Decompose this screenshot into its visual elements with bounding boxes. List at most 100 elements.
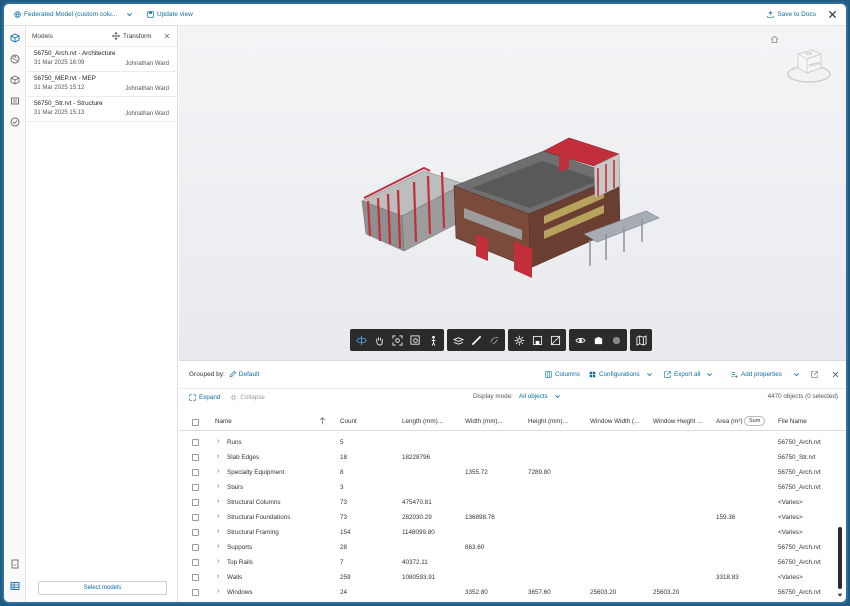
select-models-button[interactable]: Select models (38, 581, 167, 595)
table-row[interactable]: › Structural Foundations 73 282030.29 13… (179, 510, 834, 525)
table-row[interactable]: › Supports 28 863.60 56750_Arch.rvt (179, 540, 834, 555)
save-to-docs-button[interactable]: Save to Docs (767, 11, 816, 18)
globe-icon[interactable] (10, 54, 20, 64)
col-count[interactable]: Count (340, 418, 357, 425)
row-checkbox[interactable] (192, 529, 199, 536)
objects-icon[interactable] (10, 75, 20, 85)
chevron-right-icon[interactable]: › (217, 558, 219, 565)
chevron-right-icon[interactable]: › (217, 543, 219, 550)
viewcube[interactable]: TOP FRONT (786, 44, 832, 86)
sort-arrow-up-icon[interactable] (319, 417, 326, 425)
close-icon[interactable] (832, 371, 839, 378)
col-window-width[interactable]: Window Width (... (590, 418, 639, 425)
transform-button[interactable]: Transform (112, 32, 151, 40)
gear-icon[interactable] (511, 332, 527, 348)
model-selector[interactable]: Federated Model (custom colu... (14, 11, 133, 18)
table-row[interactable]: › Structural Columns 73 475470.81 <Varie… (179, 495, 834, 510)
col-name[interactable]: Name (215, 418, 232, 425)
chevron-right-icon[interactable]: › (217, 573, 219, 580)
col-file-name[interactable]: File Name (778, 418, 807, 425)
table-row[interactable]: › Stairs 3 56750_Arch.rvt (179, 480, 834, 495)
save-icon[interactable] (529, 332, 545, 348)
row-checkbox[interactable] (192, 589, 199, 596)
model-item[interactable]: 56750_MEP.rvt - MEP 31 Mar 2025 15:12 Jo… (26, 72, 177, 97)
update-view-button[interactable]: Update view (147, 11, 193, 18)
add-properties-button[interactable]: Add properties (731, 371, 782, 378)
row-checkbox[interactable] (192, 544, 199, 551)
table-row[interactable]: › Slab Edges 18 18228796 56750_Str.rvt (179, 450, 834, 465)
select-all-checkbox[interactable] (192, 419, 199, 426)
col-area[interactable]: Area (m²) (716, 418, 743, 425)
table-row[interactable]: › Windows 24 3352.80 3657.60 25603.20 25… (179, 585, 834, 600)
row-checkbox[interactable] (192, 514, 199, 521)
models-icon[interactable] (10, 33, 20, 43)
chevron-right-icon[interactable]: › (217, 588, 219, 595)
table-row[interactable]: › Top Rails 7 40372.11 56750_Arch.rvt (179, 555, 834, 570)
check-circle-icon[interactable] (10, 117, 20, 127)
row-checkbox[interactable] (192, 484, 199, 491)
document-icon[interactable] (10, 559, 20, 569)
row-checkbox[interactable] (192, 559, 199, 566)
sheets-icon[interactable] (10, 96, 20, 106)
row-checkbox[interactable] (192, 574, 199, 581)
fit-view-icon[interactable] (389, 332, 405, 348)
eye-icon[interactable] (572, 332, 588, 348)
cell-file-name: 56750_Arch.rvt (778, 484, 821, 491)
cell-window-width: 25603.20 (590, 589, 617, 596)
section-box-icon[interactable] (450, 332, 466, 348)
orbit-icon[interactable] (353, 332, 369, 348)
chevron-right-icon[interactable]: › (217, 513, 219, 520)
row-checkbox[interactable] (192, 469, 199, 476)
chevron-right-icon[interactable]: › (217, 498, 219, 505)
isolate-icon[interactable] (590, 332, 606, 348)
table-row[interactable]: › Runs 5 56750_Arch.rvt (179, 435, 834, 450)
model-item[interactable]: 56750_Arch.rvt - Architecture 31 Mar 202… (26, 47, 177, 72)
building-model[interactable] (354, 116, 674, 286)
cell-width: 136898.76 (465, 514, 495, 521)
chevron-right-icon[interactable]: › (217, 453, 219, 460)
expand-button[interactable]: Expand (189, 394, 220, 401)
map-icon[interactable] (633, 332, 649, 348)
zoom-window-icon[interactable] (407, 332, 423, 348)
configurations-button[interactable]: Configurations (589, 371, 653, 378)
chevron-right-icon[interactable]: › (217, 528, 219, 535)
col-height[interactable]: Height (mm)... (528, 418, 568, 425)
chevron-right-icon[interactable]: › (217, 468, 219, 475)
col-width[interactable]: Width (mm)... (465, 418, 503, 425)
scrollbar-thumb[interactable] (838, 527, 842, 589)
sheet-icon[interactable] (547, 332, 563, 348)
popout-icon[interactable] (811, 371, 818, 378)
sum-badge[interactable]: Sum (744, 416, 766, 426)
update-view-label: Update view (157, 11, 193, 18)
close-icon[interactable] (828, 10, 837, 19)
pan-hand-icon[interactable] (371, 332, 387, 348)
table-row[interactable]: › Structural Framing 154 1148099.80 <Var… (179, 525, 834, 540)
first-person-icon[interactable] (425, 332, 441, 348)
col-length[interactable]: Length (mm)... (402, 418, 443, 425)
columns-button[interactable]: Columns (545, 371, 580, 378)
row-checkbox[interactable] (192, 454, 199, 461)
scroll-down-icon[interactable] (837, 592, 843, 598)
display-mode-select[interactable]: All objects (519, 393, 561, 400)
table-scrollbar[interactable] (837, 435, 843, 598)
chevron-right-icon[interactable]: › (217, 483, 219, 490)
table-row[interactable]: › Specialty Equipment 8 1355.72 7289.80 … (179, 465, 834, 480)
measure-icon[interactable] (468, 332, 484, 348)
row-checkbox[interactable] (192, 499, 199, 506)
close-icon[interactable] (164, 33, 170, 39)
ghost-icon[interactable] (608, 332, 624, 348)
home-icon[interactable] (770, 35, 779, 44)
cell-length: 40372.11 (402, 559, 428, 566)
collapse-button[interactable]: Collapse (230, 394, 265, 401)
markup-icon[interactable] (486, 332, 502, 348)
3d-viewport[interactable]: TOP FRONT (179, 26, 846, 360)
row-checkbox[interactable] (192, 439, 199, 446)
table-row[interactable]: › Walls 259 1080593.91 3318.83 <Varies> (179, 570, 834, 585)
chevron-down-icon[interactable] (793, 371, 800, 378)
chevron-right-icon[interactable]: › (217, 438, 219, 445)
col-window-height[interactable]: Window Height ... (653, 418, 702, 425)
grid-table-icon[interactable] (10, 581, 20, 591)
model-item[interactable]: 56750_Str.rvt - Structure 31 Mar 2025 15… (26, 97, 177, 122)
grouped-by-button[interactable]: Default (229, 371, 259, 378)
export-all-button[interactable]: Export all (664, 371, 713, 378)
